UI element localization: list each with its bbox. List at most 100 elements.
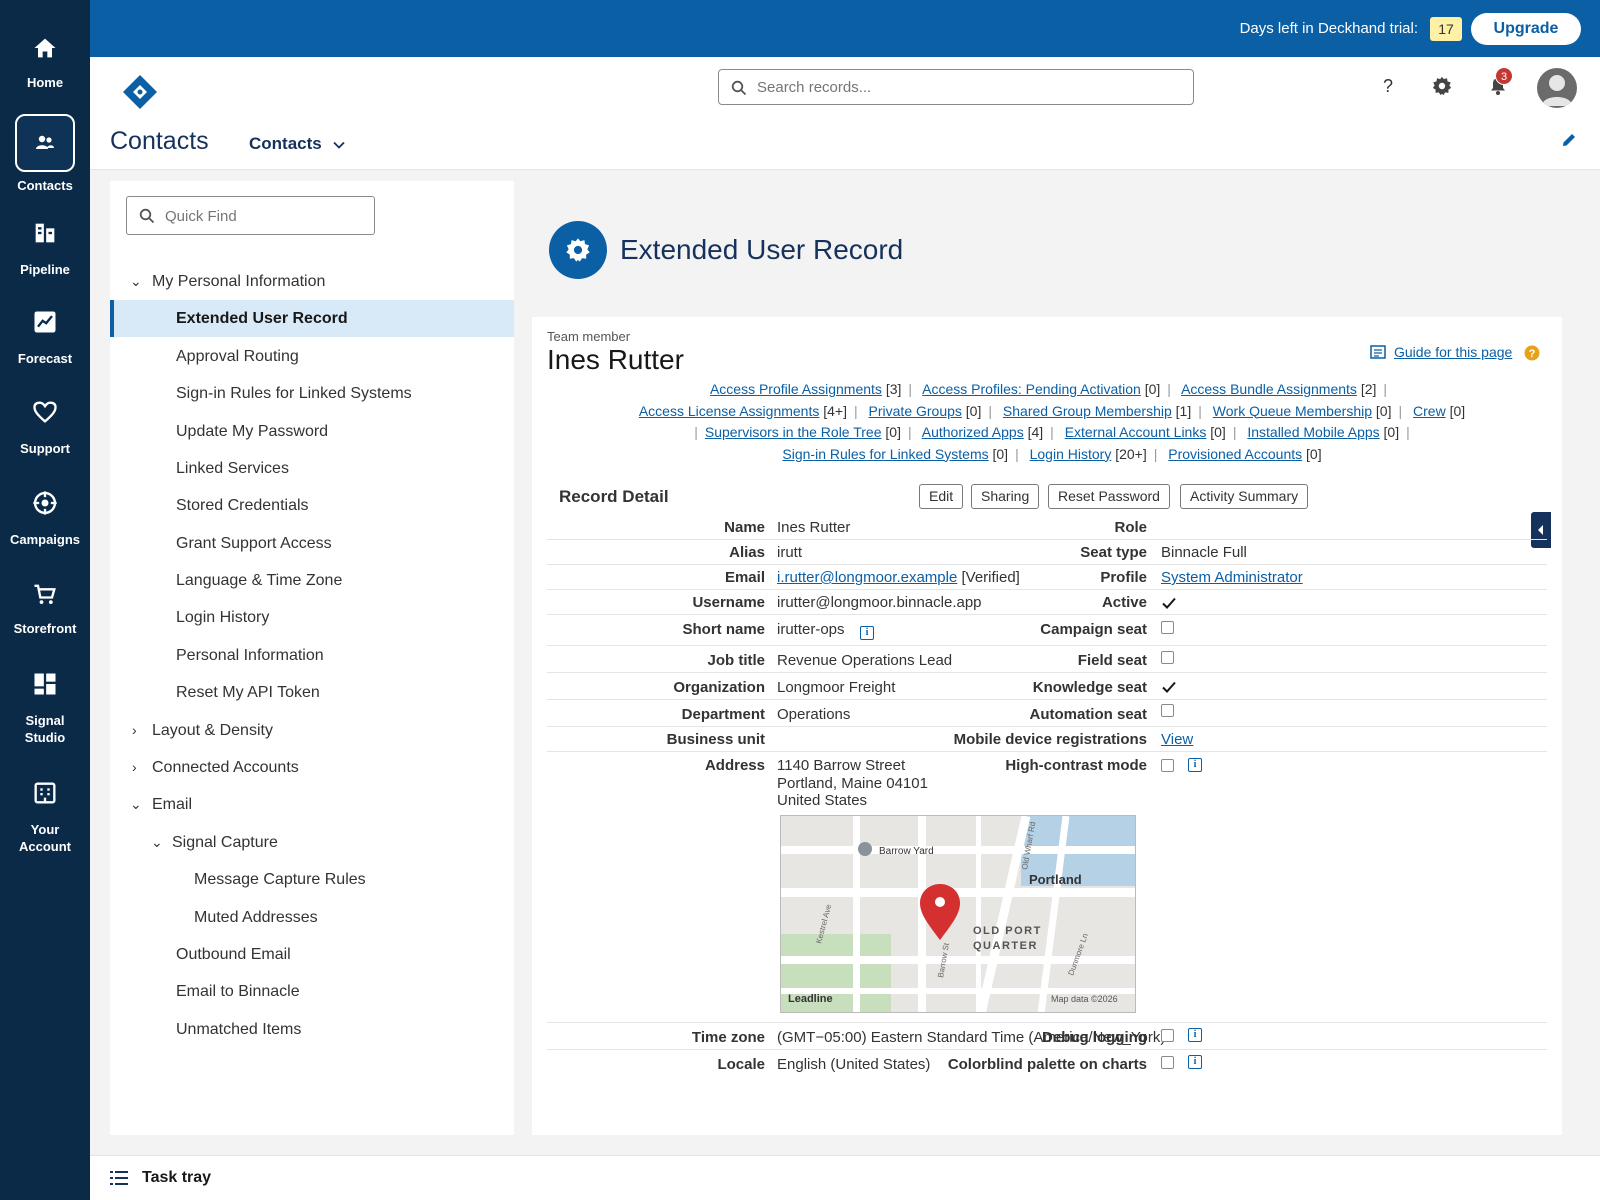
guide-link-text[interactable]: Guide for this page	[1394, 344, 1512, 360]
detail-row: Alias irutt Seat type Binnacle Full	[547, 540, 1547, 565]
tree-item-extended-user-record[interactable]: Extended User Record	[110, 300, 514, 337]
checkmark-icon	[1162, 681, 1176, 693]
related-link[interactable]: Access Bundle Assignments	[1181, 381, 1357, 397]
detail-row: Job title Revenue Operations Lead Field …	[547, 646, 1547, 673]
map-label-barrow-yard: Barrow Yard	[879, 846, 934, 857]
nav-campaigns[interactable]: Campaigns	[0, 489, 90, 548]
global-search-input[interactable]	[757, 76, 1177, 98]
field-label-seat-type: Seat type	[1080, 544, 1147, 561]
field-label-profile: Profile	[1100, 569, 1147, 586]
related-link[interactable]: Supervisors in the Role Tree	[705, 424, 882, 440]
quick-find[interactable]	[126, 196, 375, 235]
tree-item-connected-accounts[interactable]: › Connected Accounts	[110, 749, 514, 786]
tree-item-login-history[interactable]: Login History	[110, 599, 514, 636]
tree-item-update-password[interactable]: Update My Password	[110, 413, 514, 450]
tree-item-layout-density[interactable]: › Layout & Density	[110, 712, 514, 749]
tree-item-label: Login History	[176, 609, 270, 626]
related-link[interactable]: Access Profile Assignments	[710, 381, 882, 397]
field-value-short-name: irutter-ops	[777, 621, 845, 638]
chevron-down-icon	[333, 141, 346, 149]
related-lists-links: Access Profile Assignments [3] | Access P…	[562, 379, 1542, 465]
app-nav-menu[interactable]: Contacts	[249, 134, 346, 154]
related-link[interactable]: Private Groups	[869, 403, 962, 419]
activity-summary-button[interactable]: Activity Summary	[1180, 484, 1309, 509]
related-link[interactable]: Provisioned Accounts	[1168, 446, 1302, 462]
tree-item-outbound-email[interactable]: Outbound Email	[110, 936, 514, 973]
detail-row: Locale English (United States) Colorblin…	[547, 1050, 1547, 1077]
related-link[interactable]: Shared Group Membership	[1003, 403, 1172, 419]
related-count: [0]	[885, 424, 901, 440]
edit-pencil-icon[interactable]	[1560, 131, 1578, 149]
separator: |	[1232, 424, 1237, 440]
info-icon[interactable]: i	[1188, 758, 1202, 772]
tree-item-language-time-zone[interactable]: Language & Time Zone	[110, 562, 514, 599]
nav-support-label: Support	[20, 441, 70, 456]
nav-home[interactable]: Home	[0, 34, 90, 91]
related-count: [0]	[1449, 402, 1466, 419]
high-contrast-checkbox[interactable]	[1161, 759, 1174, 772]
related-link[interactable]: External Account Links	[1065, 424, 1207, 440]
quick-find-input[interactable]	[165, 205, 365, 227]
separator: |	[1153, 445, 1158, 462]
target-icon	[33, 491, 57, 515]
task-tray[interactable]: Task tray	[90, 1155, 1600, 1200]
upgrade-button[interactable]: Upgrade	[1471, 13, 1581, 45]
address-map[interactable]: Barrow Yard Portland OLD PORT QUARTER Ke…	[780, 815, 1136, 1013]
field-label-automation-seat: Automation seat	[1029, 706, 1147, 723]
nav-contacts[interactable]: Contacts	[0, 114, 90, 194]
info-icon[interactable]: i	[860, 626, 874, 640]
tree-item-grant-support-access[interactable]: Grant Support Access	[110, 525, 514, 562]
global-header: ? Contacts Contacts	[90, 57, 1600, 170]
global-search[interactable]	[718, 69, 1194, 105]
address-line-1: 1140 Barrow Street	[777, 757, 906, 774]
tree-item-reset-api-token[interactable]: Reset My API Token	[110, 674, 514, 711]
nav-pipeline[interactable]: Pipeline	[0, 219, 90, 278]
related-link[interactable]: Installed Mobile Apps	[1247, 424, 1379, 440]
tree-item-email[interactable]: ⌄ Email	[110, 786, 514, 823]
field-seat-checkbox[interactable]	[1161, 651, 1174, 664]
email-link[interactable]: i.rutter@longmoor.example	[777, 569, 957, 586]
tree-item-linked-services[interactable]: Linked Services	[110, 450, 514, 487]
chevron-right-icon: ›	[132, 759, 137, 775]
tree-item-muted-addresses[interactable]: Muted Addresses	[110, 899, 514, 936]
edit-button[interactable]: Edit	[919, 484, 964, 509]
field-label-locale: Locale	[717, 1056, 765, 1073]
nav-support[interactable]: Support	[0, 398, 90, 457]
related-link[interactable]: Access License Assignments	[639, 403, 820, 419]
campaign-seat-checkbox[interactable]	[1161, 621, 1174, 634]
tree-item-signal-capture[interactable]: ⌄ Signal Capture	[110, 824, 514, 861]
nav-storefront[interactable]: Storefront	[0, 580, 90, 637]
field-label-active: Active	[1101, 594, 1147, 611]
tree-item-personal-information[interactable]: Personal Information	[110, 637, 514, 674]
nav-signal-studio[interactable]: Signal Studio	[0, 670, 90, 746]
debug-logging-checkbox[interactable]	[1161, 1029, 1174, 1042]
info-icon[interactable]: i	[1188, 1028, 1202, 1042]
tree-item-my-personal-information[interactable]: ⌄ My Personal Information	[110, 263, 514, 300]
tree-item-approval-routing[interactable]: Approval Routing	[110, 338, 514, 375]
automation-seat-checkbox[interactable]	[1161, 704, 1174, 717]
related-link[interactable]: Crew	[1413, 403, 1446, 419]
mobile-registrations-view-link[interactable]: View	[1161, 731, 1193, 748]
related-link[interactable]: Authorized Apps	[922, 424, 1024, 440]
colorblind-checkbox[interactable]	[1161, 1056, 1174, 1069]
sharing-button[interactable]: Sharing	[971, 484, 1040, 509]
related-link[interactable]: Work Queue Membership	[1213, 403, 1372, 419]
tree-item-unmatched-items[interactable]: Unmatched Items	[110, 1011, 514, 1048]
profile-link[interactable]: System Administrator	[1161, 569, 1303, 586]
tree-item-stored-credentials[interactable]: Stored Credentials	[110, 487, 514, 524]
help-icon[interactable]: ?	[1378, 76, 1398, 96]
tree-item-email-to-binnacle[interactable]: Email to Binnacle	[110, 973, 514, 1010]
guide-link[interactable]: Guide for this page ?	[1370, 344, 1540, 361]
settings-gear-icon[interactable]	[1431, 75, 1453, 97]
nav-forecast[interactable]: Forecast	[0, 308, 90, 367]
nav-your-account[interactable]: Your Account	[0, 779, 90, 855]
related-link[interactable]: Login History	[1030, 446, 1112, 462]
related-link[interactable]: Sign-in Rules for Linked Systems	[782, 446, 988, 462]
tree-item-message-capture-rules[interactable]: Message Capture Rules	[110, 861, 514, 898]
related-link[interactable]: Access Profiles: Pending Activation	[922, 381, 1141, 397]
info-icon[interactable]: i	[1188, 1055, 1202, 1069]
user-avatar[interactable]	[1537, 68, 1577, 108]
reset-password-button[interactable]: Reset Password	[1048, 484, 1170, 509]
tree-item-sign-in-rules[interactable]: Sign-in Rules for Linked Systems	[110, 375, 514, 412]
home-icon	[34, 38, 56, 58]
